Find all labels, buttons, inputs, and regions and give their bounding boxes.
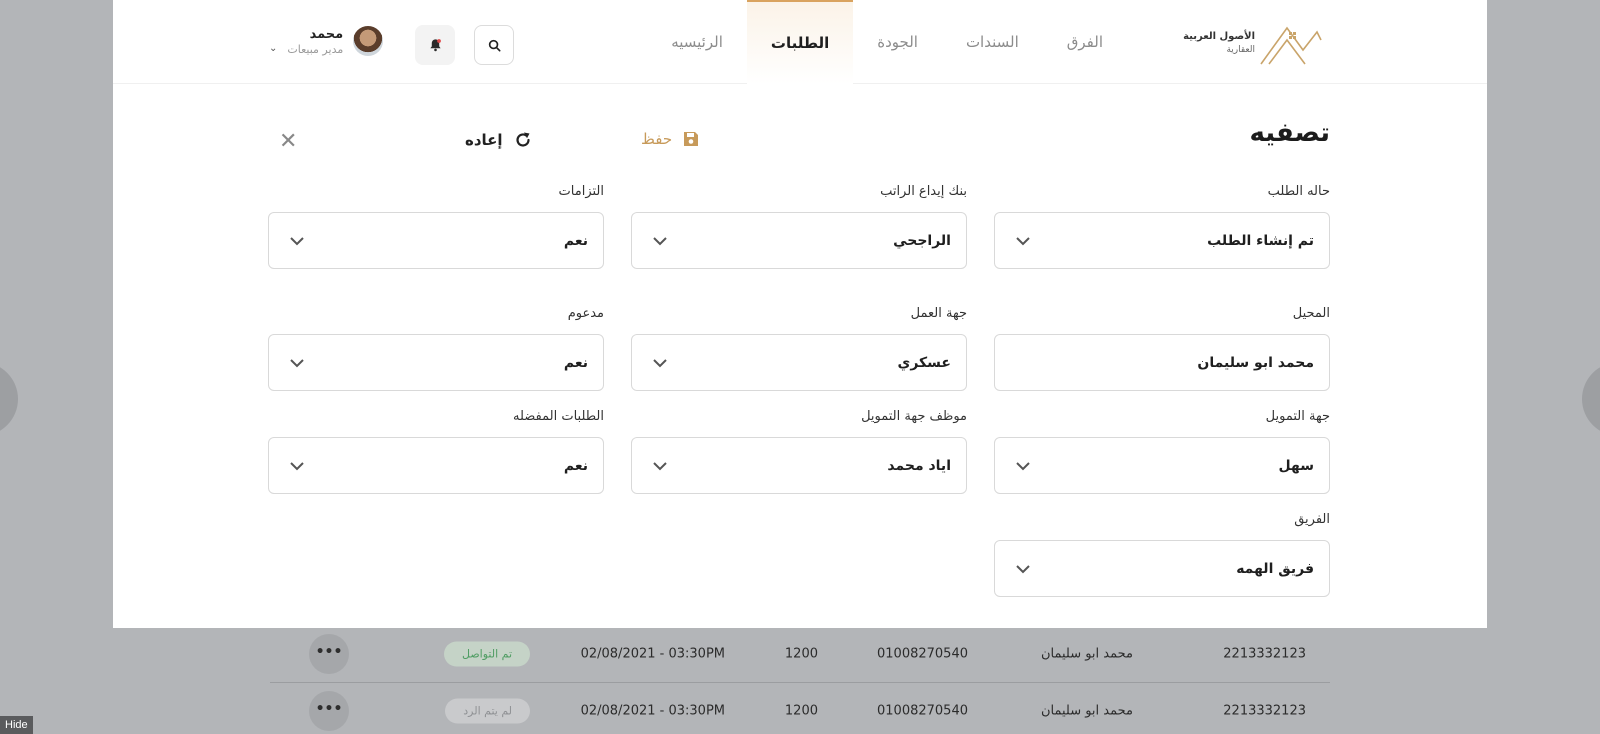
nav-bonds[interactable]: السندات: [942, 0, 1043, 84]
row-id: 2213332123: [1223, 703, 1306, 719]
background-table: 2213332123 محمد ابو سليمان 01008270540 1…: [270, 626, 1330, 734]
field-financing-employee: موظف جهة التمويل اياد محمد: [631, 409, 967, 494]
field-value: عسكري: [897, 354, 952, 371]
row-name: محمد ابو سليمان: [1040, 646, 1133, 662]
field-request-status: حاله الطلب تم إنشاء الطلب: [994, 184, 1330, 269]
field-value: محمد ابو سليمان: [1197, 354, 1314, 371]
user-name: محمد: [309, 26, 344, 42]
logo-house-icon: [1260, 26, 1322, 65]
salary-bank-select[interactable]: الراجحي: [631, 212, 967, 269]
field-value: سهل: [1278, 457, 1314, 474]
field-value: فريق الهمه: [1236, 560, 1314, 577]
save-button[interactable]: حفظ: [641, 130, 700, 148]
chevron-down-icon: [653, 461, 667, 470]
field-label: موظف جهة التمويل: [861, 409, 967, 424]
field-salary-bank: بنك إيداع الراتب الراجحي: [631, 184, 967, 269]
chevron-down-icon: [1016, 236, 1030, 245]
financing-employee-select[interactable]: اياد محمد: [631, 437, 967, 494]
field-value: تم إنشاء الطلب: [1207, 232, 1314, 249]
field-value: اياد محمد: [887, 457, 951, 474]
field-team: الفريق فريق الهمه: [994, 512, 1330, 597]
more-options-button[interactable]: •••: [309, 634, 349, 674]
field-favorite-requests: الطلبات المفضله نعم: [268, 409, 604, 494]
row-amount: 1200: [784, 703, 818, 719]
reset-label: إعاده: [465, 131, 503, 149]
close-button[interactable]: ✕: [279, 130, 297, 154]
field-label: جهة العمل: [910, 306, 967, 321]
nav-requests[interactable]: الطلبات: [746, 0, 854, 84]
field-obligations: التزامات نعم: [268, 184, 604, 269]
field-referrer: المحيل محمد ابو سليمان: [994, 306, 1330, 391]
search-button[interactable]: [474, 25, 514, 65]
row-amount: 1200: [784, 646, 818, 662]
chevron-down-icon: [290, 358, 304, 367]
field-supported: مدعوم نعم: [268, 306, 604, 391]
nav-home[interactable]: الرئيسيه: [647, 0, 747, 84]
row-phone: 01008270540: [877, 703, 968, 719]
field-employer: جهة العمل عسكري: [631, 306, 967, 391]
field-value: نعم: [563, 457, 588, 474]
reset-button[interactable]: إعاده: [465, 130, 533, 150]
more-options-button[interactable]: •••: [309, 691, 349, 731]
save-label: حفظ: [641, 130, 673, 148]
notifications-button[interactable]: [415, 25, 455, 65]
carousel-next-button[interactable]: [1582, 362, 1600, 436]
page-title: تصفيه: [1249, 118, 1330, 148]
field-label: جهة التمويل: [1265, 409, 1330, 424]
nav-quality[interactable]: الجودة: [853, 0, 942, 84]
hide-button[interactable]: Hide: [0, 716, 33, 734]
chevron-down-icon: [653, 236, 667, 245]
logo[interactable]: الأصول العربية العقارية: [1183, 20, 1323, 66]
table-row[interactable]: 2213332123 محمد ابو سليمان 01008270540 1…: [270, 626, 1330, 683]
referrer-input[interactable]: محمد ابو سليمان: [994, 334, 1330, 391]
chevron-down-icon: [290, 461, 304, 470]
field-label: التزامات: [558, 184, 604, 199]
field-label: بنك إيداع الراتب: [880, 184, 967, 199]
field-value: نعم: [563, 354, 588, 371]
close-icon: ✕: [279, 129, 298, 154]
favorite-requests-select[interactable]: نعم: [268, 437, 604, 494]
main-nav: الرئيسيه الطلبات الجودة السندات الفرق: [647, 0, 1127, 84]
top-header: الأصول العربية العقارية الرئيسيه الطلبات…: [113, 0, 1487, 84]
field-label: الفريق: [1294, 512, 1330, 527]
status-badge: لم يتم الرد: [445, 698, 530, 724]
field-label: مدعوم: [567, 306, 604, 321]
refresh-icon: [515, 132, 530, 147]
avatar: [353, 26, 384, 56]
financing-entity-select[interactable]: سهل: [994, 437, 1330, 494]
field-value: الراجحي: [893, 232, 951, 249]
request-status-select[interactable]: تم إنشاء الطلب: [994, 212, 1330, 269]
nav-teams[interactable]: الفرق: [1043, 0, 1127, 84]
chevron-down-icon: [653, 358, 667, 367]
field-label: الطلبات المفضله: [512, 409, 604, 424]
chevron-down-icon: [1016, 564, 1030, 573]
row-name: محمد ابو سليمان: [1040, 703, 1133, 719]
row-id: 2213332123: [1223, 646, 1306, 662]
search-icon: [488, 39, 501, 52]
filter-panel: الأصول العربية العقارية الرئيسيه الطلبات…: [113, 0, 1487, 628]
team-select[interactable]: فريق الهمه: [994, 540, 1330, 597]
logo-subtitle: العقارية: [1226, 45, 1255, 55]
employer-select[interactable]: عسكري: [631, 334, 967, 391]
status-badge: تم التواصل: [443, 641, 530, 667]
chevron-down-icon: [1016, 461, 1030, 470]
supported-select[interactable]: نعم: [268, 334, 604, 391]
field-value: نعم: [563, 232, 588, 249]
row-phone: 01008270540: [877, 646, 968, 662]
user-role: مدير مبيعات: [287, 42, 344, 56]
chevron-down-icon: ⌄: [269, 42, 278, 54]
carousel-prev-button[interactable]: [0, 362, 18, 436]
chevron-down-icon: [290, 236, 304, 245]
field-label: حاله الطلب: [1267, 184, 1330, 199]
logo-title: الأصول العربية: [1183, 31, 1255, 42]
row-date: 02/08/2021 - 03:30PM: [580, 703, 725, 719]
obligations-select[interactable]: نعم: [268, 212, 604, 269]
row-date: 02/08/2021 - 03:30PM: [580, 646, 725, 662]
user-menu[interactable]: ⌄ محمد مدير مبيعات: [269, 26, 384, 56]
field-financing-entity: جهة التمويل سهل: [994, 409, 1330, 494]
table-row[interactable]: 2213332123 محمد ابو سليمان 01008270540 1…: [270, 683, 1330, 734]
bell-icon: [429, 39, 441, 52]
field-label: المحيل: [1292, 306, 1330, 321]
save-icon: [684, 132, 699, 146]
